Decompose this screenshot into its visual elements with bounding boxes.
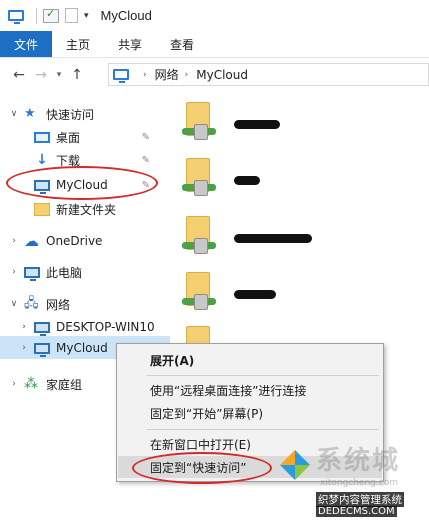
chevron-right-icon[interactable]: › [8, 267, 20, 277]
nav-label: 桌面 [56, 130, 81, 145]
menu-item-pin-to-start[interactable]: 固定到“开始”屏幕(P) [118, 402, 382, 424]
nav-label: 此电脑 [46, 265, 83, 280]
nav-onedrive[interactable]: › ☁ OneDrive [8, 230, 102, 252]
nav-label: MyCloud [56, 178, 108, 192]
monitor-icon [34, 321, 50, 336]
nav-downloads[interactable]: ↓ 下载 ✎ [34, 149, 164, 171]
nav-label: OneDrive [46, 234, 103, 248]
nav-this-pc[interactable]: › 此电脑 [8, 261, 82, 283]
pin-icon[interactable]: ✎ [142, 132, 150, 143]
back-arrow-icon[interactable]: ← [8, 67, 30, 83]
watermark-line-1: 织梦内容管理系统 [316, 492, 404, 507]
chevron-right-icon[interactable]: › [18, 343, 30, 353]
menu-separator [147, 375, 379, 376]
breadcrumb-chevron-icon[interactable]: › [143, 70, 147, 80]
redacted-name [234, 120, 280, 129]
shared-folder-icon[interactable] [180, 100, 222, 144]
nav-new-folder[interactable]: 新建文件夹 [34, 198, 116, 220]
chevron-down-icon[interactable]: ∨ [8, 299, 20, 309]
desktop-icon [34, 131, 50, 143]
new-folder-icon[interactable] [65, 8, 78, 23]
monitor-icon [34, 342, 50, 357]
tab-view[interactable]: 查看 [156, 31, 208, 57]
pin-icon[interactable]: ✎ [142, 155, 150, 166]
nav-label: DESKTOP-WIN10 [56, 320, 155, 334]
ribbon-tabs: 文件 主页 共享 查看 [0, 31, 429, 58]
address-bar-row: ← → ▾ ↑ › 网络 › MyCloud [0, 58, 429, 91]
forward-arrow-icon[interactable]: → [30, 67, 52, 83]
watermark-brand: 系统城 [316, 446, 401, 476]
nav-desktop[interactable]: 桌面 ✎ [34, 126, 164, 148]
network-share-icon [182, 294, 216, 310]
nav-label: 下载 [56, 153, 81, 168]
up-arrow-icon[interactable]: ↑ [66, 67, 88, 83]
network-icon: 🖧 [24, 296, 39, 311]
monitor-icon [34, 179, 50, 194]
watermark-logo-icon [280, 450, 310, 480]
breadcrumb-chevron-icon[interactable]: › [185, 70, 189, 80]
breadcrumb-mycloud[interactable]: MyCloud [196, 68, 248, 82]
toolbar-separator [36, 7, 37, 24]
monitor-icon [24, 266, 40, 281]
watermark: 系统城 xitongcheng.com 织梦内容管理系统 DEDECMS.COM [270, 440, 429, 524]
star-icon: ★ [24, 106, 36, 121]
redacted-name [234, 234, 312, 243]
shared-folder-icon[interactable] [180, 214, 222, 258]
chevron-right-icon[interactable]: › [8, 236, 20, 246]
nav-mycloud-network[interactable]: › MyCloud [18, 337, 108, 359]
monitor-icon [113, 69, 129, 83]
tab-share[interactable]: 共享 [104, 31, 156, 57]
menu-item-remote-desktop[interactable]: 使用“远程桌面连接”进行连接 [118, 379, 382, 401]
breadcrumb-network[interactable]: 网络 [155, 66, 179, 83]
watermark-line-2: DEDECMS.COM [316, 506, 397, 517]
nav-mycloud-pinned[interactable]: MyCloud ✎ [34, 174, 164, 196]
nav-network[interactable]: ∨ 🖧 网络 [8, 293, 70, 315]
recent-locations-chevron-icon[interactable]: ▾ [52, 70, 66, 80]
window-title: MyCloud [100, 8, 152, 23]
nav-label: 快速访问 [46, 107, 95, 122]
network-share-icon [182, 180, 216, 196]
redacted-name [234, 290, 276, 299]
menu-item-expand[interactable]: 展开(A) [118, 349, 382, 371]
network-share-icon [182, 124, 216, 140]
homegroup-icon: ⁂ [24, 376, 38, 392]
properties-icon[interactable] [43, 7, 59, 23]
monitor-icon [8, 10, 24, 24]
tab-home[interactable]: 主页 [52, 31, 104, 57]
download-arrow-icon: ↓ [36, 152, 48, 168]
menu-separator [147, 429, 379, 430]
cloud-icon: ☁ [24, 232, 39, 250]
redacted-name [234, 176, 260, 185]
chevron-right-icon[interactable]: › [8, 379, 20, 389]
shared-folder-icon[interactable] [180, 270, 222, 314]
address-box[interactable]: › 网络 › MyCloud [108, 63, 429, 86]
nav-desktop-win10[interactable]: › DESKTOP-WIN10 [18, 316, 155, 338]
pin-icon[interactable]: ✎ [142, 180, 150, 191]
nav-quick-access[interactable]: ∨ ★ 快速访问 [8, 103, 94, 125]
customize-toolbar-caret-icon[interactable]: ▾ [84, 11, 89, 21]
watermark-site: xitongcheng.com [320, 478, 398, 488]
shared-folder-icon[interactable] [180, 156, 222, 200]
chevron-right-icon[interactable]: › [18, 322, 30, 332]
nav-label: 家庭组 [46, 377, 83, 392]
nav-label: 网络 [46, 297, 71, 312]
folder-icon [34, 202, 50, 216]
tab-file[interactable]: 文件 [0, 31, 53, 57]
nav-label: 新建文件夹 [56, 202, 117, 217]
title-bar: ▾ MyCloud [0, 0, 429, 31]
nav-label: MyCloud [56, 341, 108, 355]
chevron-down-icon[interactable]: ∨ [8, 109, 20, 119]
nav-homegroup[interactable]: › ⁂ 家庭组 [8, 373, 82, 395]
network-share-icon [182, 238, 216, 254]
